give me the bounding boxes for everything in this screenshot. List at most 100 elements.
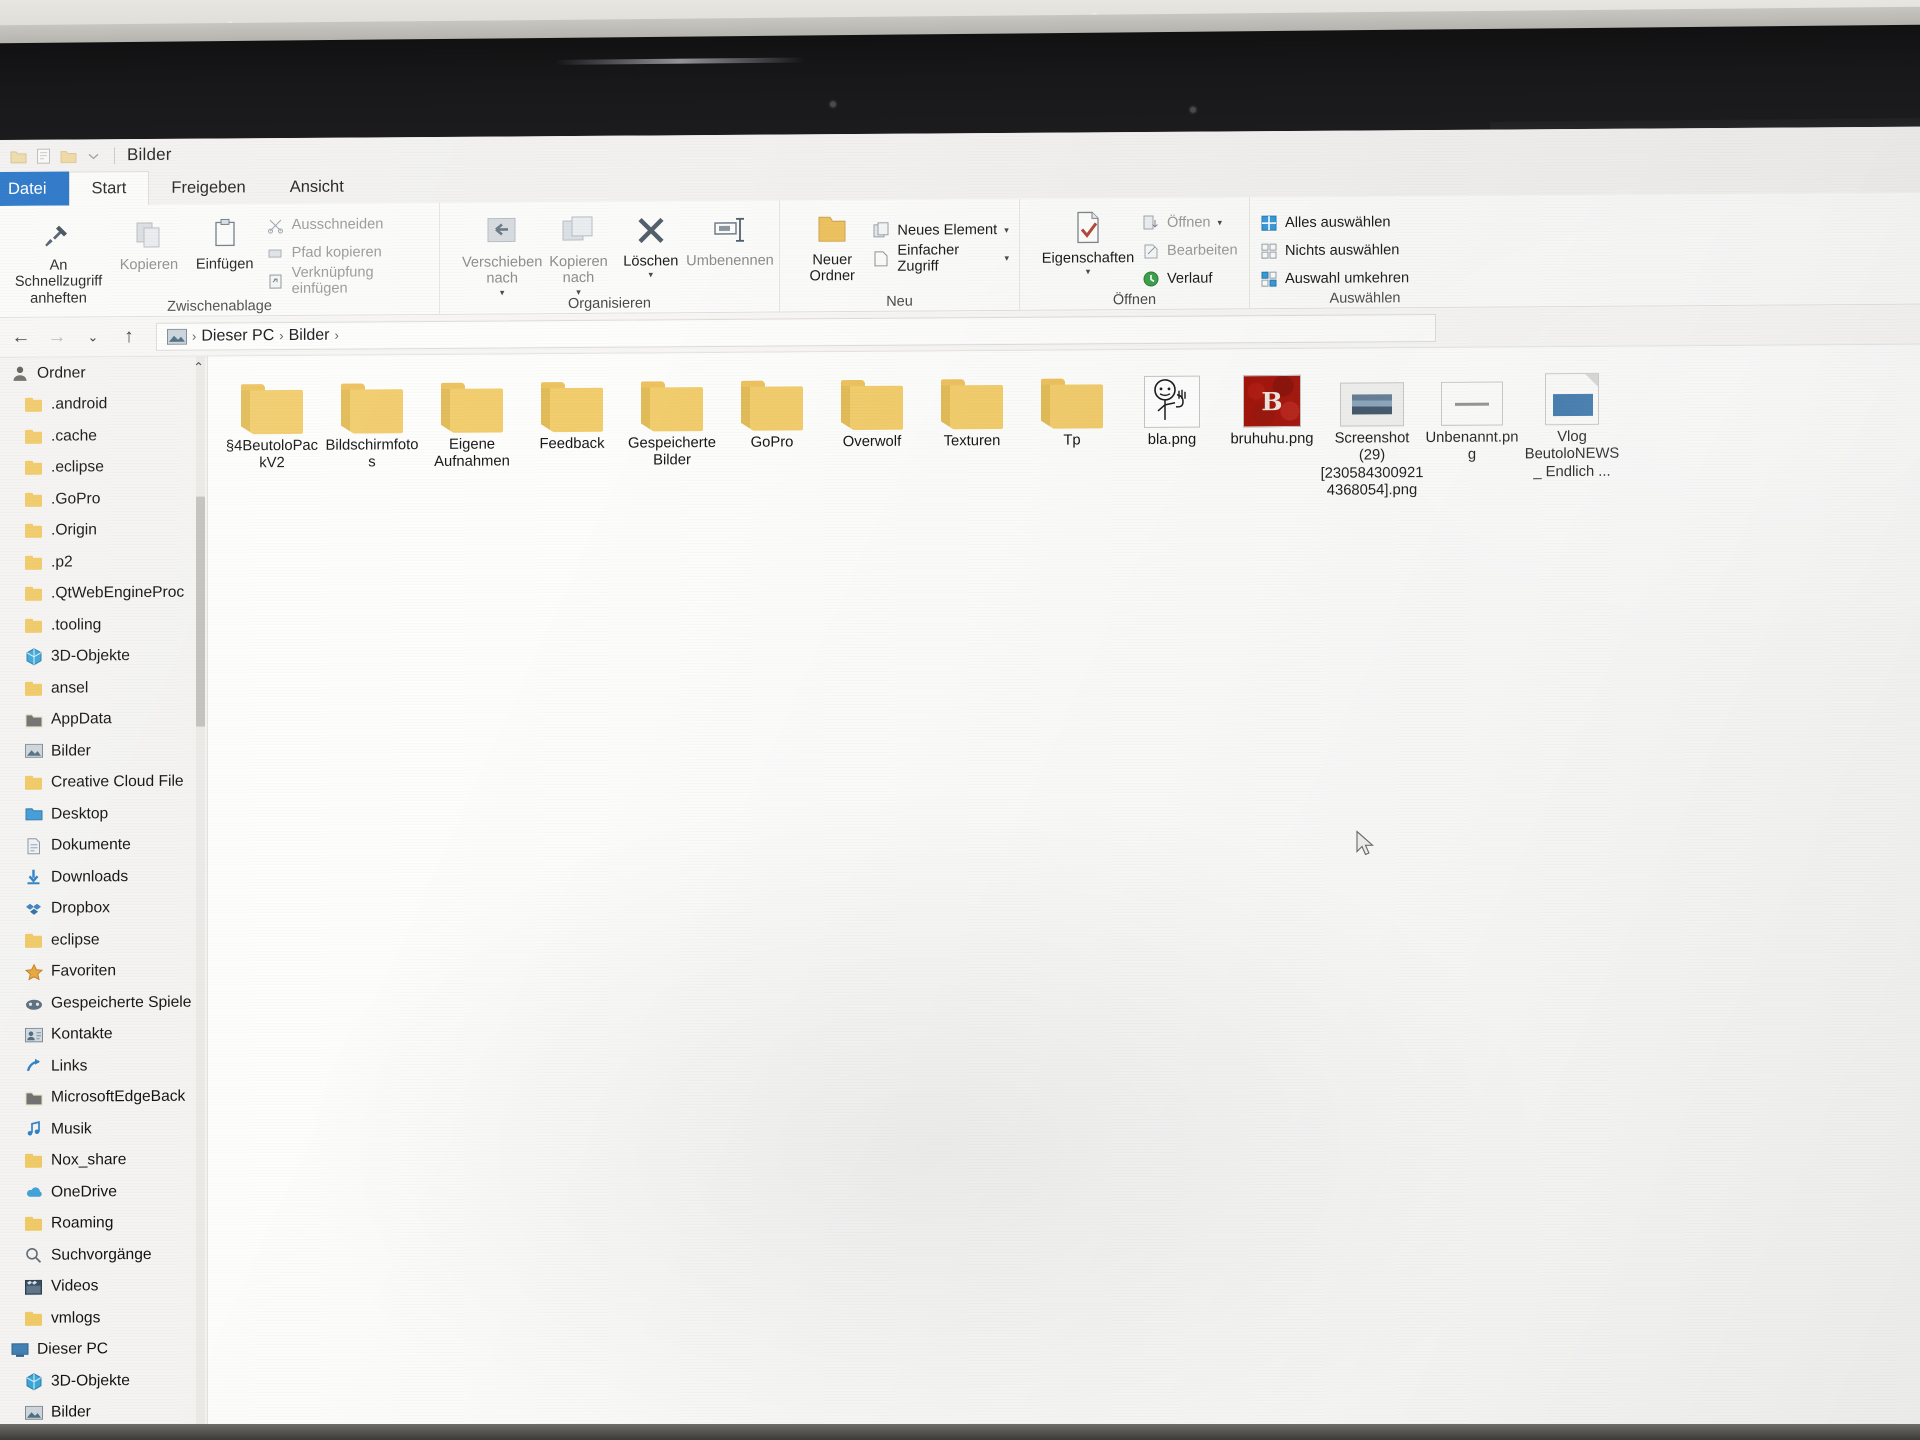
chevron-down-icon[interactable]: ▾ <box>649 270 654 281</box>
tab-freigeben[interactable]: Freigeben <box>149 170 267 205</box>
folder-item[interactable]: §4BeutoloPackV2 <box>222 366 322 509</box>
folder-item[interactable]: Overwolf <box>822 362 922 505</box>
paste-shortcut-button[interactable]: Verknüpfung einfügen <box>267 264 429 297</box>
folder-item[interactable]: Bildschirmfotos <box>322 365 422 508</box>
file-item[interactable]: Unbenannt.png <box>1422 357 1522 500</box>
nav-item-eclipse[interactable]: eclipse <box>0 924 207 957</box>
properties-icon[interactable] <box>35 147 52 164</box>
folder-item[interactable]: Eigene Aufnahmen <box>422 364 522 507</box>
new-item-button[interactable]: Neues Element ▾ <box>872 218 1009 243</box>
rename-button[interactable]: Umbenennen <box>686 206 774 270</box>
nav-item-nox-share[interactable]: Nox_share <box>0 1144 207 1177</box>
file-item[interactable]: Screenshot (29)[2305843009214368054].png <box>1321 358 1423 501</box>
folder-icon <box>24 1309 43 1328</box>
breadcrumb-item-dieser-pc[interactable]: Dieser PC <box>201 327 274 346</box>
nav-item-favoriten[interactable]: Favoriten <box>0 955 207 988</box>
file-item[interactable]: bla.png <box>1122 359 1222 502</box>
nav-item-microsoftedgeback[interactable]: MicrosoftEdgeBack <box>0 1081 207 1114</box>
easy-access-button[interactable]: Einfacher Zugriff ▾ <box>872 242 1009 275</box>
folder-item[interactable]: GoPro <box>722 362 822 505</box>
nav-item-desktop[interactable]: Desktop <box>0 798 207 831</box>
history-button[interactable]: Verlauf <box>1142 266 1238 291</box>
tab-start[interactable]: Start <box>68 170 150 206</box>
nav-item-ordner[interactable]: Ordner <box>0 357 207 390</box>
nav-item-dropbox[interactable]: Dropbox <box>0 892 207 925</box>
copy-path-button[interactable]: Pfad kopieren <box>267 240 429 265</box>
nav-item-p2[interactable]: .p2 <box>0 546 207 579</box>
nav-item-kontakte[interactable]: Kontakte <box>0 1018 207 1051</box>
move-to-button[interactable]: Verschieben nach ▾ <box>462 207 542 298</box>
breadcrumb-item-bilder[interactable]: Bilder <box>289 326 330 344</box>
chevron-down-icon[interactable]: ▾ <box>1004 224 1009 235</box>
nav-item-suchvorg-nge[interactable]: Suchvorgänge <box>0 1239 207 1272</box>
paste-button[interactable]: Einfügen <box>187 209 263 273</box>
tab-ansicht[interactable]: Ansicht <box>268 169 366 204</box>
edit-button[interactable]: Bearbeiten <box>1142 238 1238 263</box>
nav-item-links[interactable]: Links <box>0 1050 207 1083</box>
nav-item-3d-objekte[interactable]: 3D-Objekte <box>0 1365 207 1398</box>
cut-button[interactable]: Ausschneiden <box>267 212 429 237</box>
chevron-up-icon[interactable]: ⌃ <box>193 360 204 376</box>
sensor-dot <box>1190 106 1196 113</box>
nav-item-bilder[interactable]: Bilder <box>0 735 207 768</box>
up-button[interactable]: ↑ <box>112 321 146 351</box>
item-thumbnail <box>1536 363 1608 426</box>
file-item[interactable]: Vlog BeutoloNEWS _ Endlich ... <box>1522 357 1622 500</box>
nav-item-dieser-pc[interactable]: Dieser PC <box>0 1333 207 1366</box>
open-button[interactable]: Öffnen ▾ <box>1142 210 1238 235</box>
chevron-down-icon[interactable]: ▾ <box>1004 252 1009 263</box>
nav-item-cache[interactable]: .cache <box>0 420 207 453</box>
nav-item-3d-objekte[interactable]: 3D-Objekte <box>0 640 207 673</box>
nav-item-videos[interactable]: Videos <box>0 1270 207 1303</box>
copy-button[interactable]: Kopieren <box>111 210 187 274</box>
nav-item-origin[interactable]: .Origin <box>0 514 207 547</box>
nav-item-label: Dropbox <box>51 899 110 917</box>
folder-item[interactable]: Texturen <box>922 361 1022 504</box>
recent-locations-button[interactable]: ⌄ <box>76 322 110 352</box>
nav-item-musik[interactable]: Musik <box>0 1113 207 1146</box>
select-all-button[interactable]: Alles auswählen <box>1260 210 1500 236</box>
3d-objects-icon <box>24 1372 43 1391</box>
properties-button[interactable]: Eigenschaften ▾ <box>1038 203 1138 278</box>
breadcrumb[interactable]: › Dieser PC › Bilder › <box>156 313 1436 351</box>
nav-item-eclipse[interactable]: .eclipse <box>0 451 207 484</box>
chevron-down-icon[interactable]: ▾ <box>1086 267 1091 278</box>
folder-icon <box>24 553 43 572</box>
back-button[interactable]: ← <box>4 322 38 352</box>
folder-item[interactable]: Tp <box>1022 360 1122 503</box>
nav-item-appdata[interactable]: AppData <box>0 703 207 736</box>
nav-scrollbar-thumb[interactable] <box>196 496 205 727</box>
nav-item-roaming[interactable]: Roaming <box>0 1207 207 1240</box>
item-thumbnail <box>1136 366 1208 429</box>
nav-item-gopro[interactable]: .GoPro <box>0 483 207 516</box>
nav-item-ansel[interactable]: ansel <box>0 672 207 705</box>
file-list[interactable]: §4BeutoloPackV2 Bildschirmfotos Eigene Auf… <box>208 344 1920 1439</box>
pin-to-quick-access-button[interactable]: An Schnellzugriff anheften <box>6 210 111 307</box>
nav-item-android[interactable]: .android <box>0 388 207 421</box>
folder-item[interactable]: Gespeicherte Bilder <box>622 363 722 506</box>
navigation-pane[interactable]: ⌃ Ordner .android .cache .eclipse .GoPro .Ori… <box>0 356 208 1440</box>
forward-button[interactable]: → <box>40 322 74 352</box>
nav-item-downloads[interactable]: Downloads <box>0 861 207 894</box>
delete-button[interactable]: Löschen ▾ <box>615 206 687 281</box>
file-item[interactable]: Bbruhuhu.png <box>1222 359 1322 502</box>
copy-to-button[interactable]: Kopieren nach ▾ <box>542 207 614 298</box>
new-folder-icon[interactable] <box>60 147 77 164</box>
nav-item-vmlogs[interactable]: vmlogs <box>0 1302 207 1335</box>
nav-item-tooling[interactable]: .tooling <box>0 609 207 642</box>
nav-item-onedrive[interactable]: OneDrive <box>0 1176 207 1209</box>
nav-item-dokumente[interactable]: Dokumente <box>0 829 207 862</box>
nav-item-qtwebengineproc[interactable]: .QtWebEngineProc <box>0 577 207 610</box>
chevron-down-icon[interactable]: ▾ <box>1218 217 1223 228</box>
select-none-button[interactable]: Nichts auswählen <box>1260 238 1500 264</box>
desktop-icon <box>24 805 43 824</box>
nav-item-gespeicherte-spiele[interactable]: Gespeicherte Spiele <box>0 987 207 1020</box>
breadcrumb-separator: › <box>192 328 197 344</box>
folder-item[interactable]: Feedback <box>522 364 622 507</box>
invert-selection-button[interactable]: Auswahl umkehren <box>1260 266 1500 292</box>
nav-item-creative-cloud-file[interactable]: Creative Cloud File <box>0 766 207 799</box>
tab-datei[interactable]: Datei <box>0 171 69 207</box>
chevron-down-icon[interactable] <box>85 147 102 164</box>
new-folder-button[interactable]: Neuer Ordner <box>796 205 868 285</box>
nav-item-label: 3D-Objekte <box>51 647 130 665</box>
